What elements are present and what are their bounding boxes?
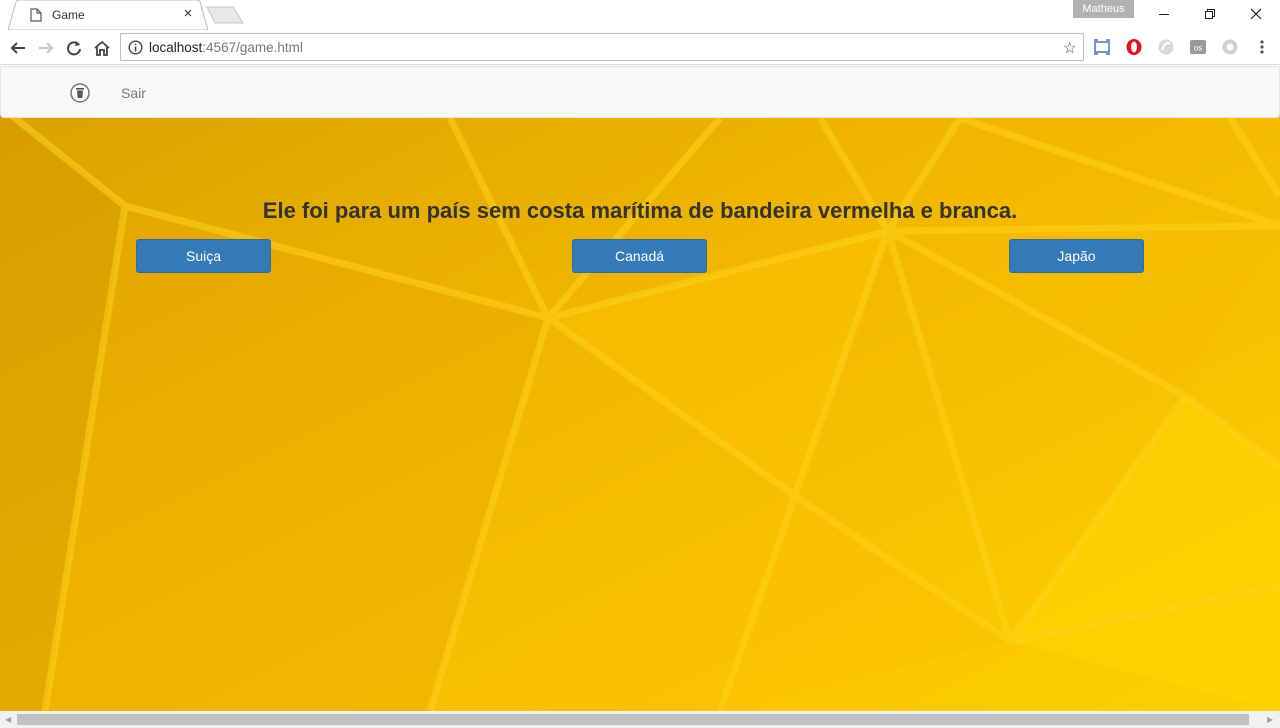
trash-brand-icon[interactable]	[70, 83, 90, 103]
close-window-icon[interactable]	[1233, 0, 1279, 28]
answer-button-canada[interactable]: Canadá	[572, 239, 707, 273]
url-host: localhost	[149, 40, 203, 55]
logout-link[interactable]: Sair	[121, 85, 146, 101]
cast-extension-icon[interactable]	[1093, 38, 1111, 56]
swirl-extension-icon[interactable]	[1157, 38, 1175, 56]
question-text: Ele foi para um país sem costa marítima …	[262, 198, 1018, 223]
scrollbar-thumb[interactable]	[17, 714, 1249, 725]
svg-text:os: os	[1194, 44, 1202, 53]
url-path: :4567/game.html	[202, 40, 303, 55]
forward-arrow-icon[interactable]	[34, 36, 58, 60]
scroll-right-icon[interactable]: ▶	[1267, 715, 1273, 724]
page-viewport: Sair Ele foi para um país sem costa marí…	[0, 66, 1280, 711]
reload-icon[interactable]	[62, 36, 86, 60]
home-icon[interactable]	[90, 36, 114, 60]
horizontal-scrollbar[interactable]: ◀ ▶	[0, 711, 1280, 728]
answer-button-suica[interactable]: Suiça	[136, 239, 271, 273]
browser-titlebar: Game × Matheus	[0, 0, 1280, 30]
address-bar[interactable]: localhost:4567/game.html ☆	[120, 33, 1084, 61]
restore-icon[interactable]	[1187, 0, 1233, 28]
browser-tab-game[interactable]: Game ×	[8, 0, 208, 30]
url-text: localhost:4567/game.html	[149, 40, 303, 55]
answer-button-japao[interactable]: Japão	[1009, 239, 1144, 273]
minimize-icon[interactable]	[1141, 0, 1187, 28]
menu-kebab-icon[interactable]	[1253, 38, 1271, 56]
page-icon	[30, 8, 42, 22]
opera-extension-icon[interactable]	[1125, 38, 1143, 56]
lastpass-extension-icon[interactable]: os	[1189, 38, 1207, 56]
back-arrow-icon[interactable]	[6, 36, 30, 60]
profile-badge[interactable]: Matheus	[1073, 0, 1134, 18]
tab-close-icon[interactable]: ×	[180, 6, 196, 22]
bookmark-star-icon[interactable]: ☆	[1063, 38, 1077, 58]
tab-title: Game	[52, 8, 85, 22]
disabled-extension-icon[interactable]	[1221, 38, 1239, 56]
scroll-left-icon[interactable]: ◀	[5, 715, 11, 724]
info-icon[interactable]	[128, 40, 143, 55]
new-tab-button[interactable]	[206, 6, 244, 24]
geometric-yellow-background	[0, 66, 1280, 711]
browser-toolbar: localhost:4567/game.html ☆ os	[0, 30, 1280, 65]
navbar: Sair	[0, 66, 1280, 118]
